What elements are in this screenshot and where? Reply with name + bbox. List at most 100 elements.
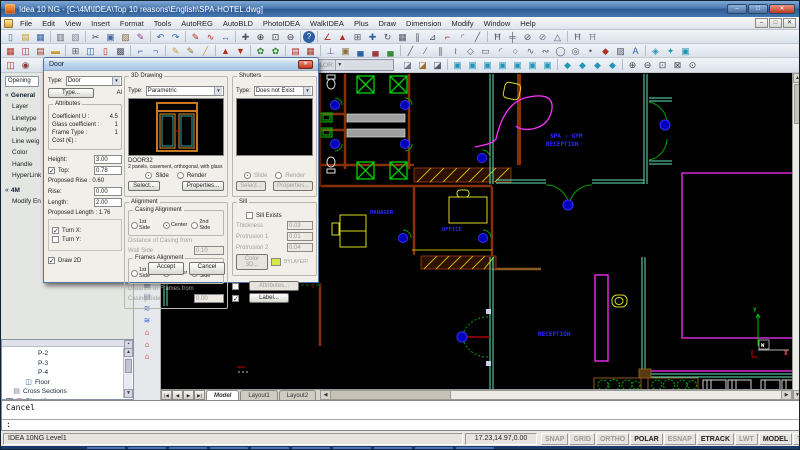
cut-icon[interactable]: ✂ [88, 31, 103, 43]
close-icon[interactable]: ✕ [298, 60, 313, 69]
toggle-etrack[interactable]: ETRACK [697, 433, 734, 445]
horizontal-scrollbar[interactable]: ◀ ▶ [320, 390, 792, 400]
donut-icon[interactable]: ◎ [568, 45, 583, 57]
line-icon[interactable]: ╱ [403, 45, 418, 57]
scroll-up-icon[interactable]: ▲ [124, 348, 133, 357]
turn-y-checkbox[interactable] [52, 236, 59, 243]
iso-sw-icon[interactable]: ◆ [560, 59, 575, 71]
casing-1st-radio[interactable] [131, 222, 138, 229]
materials-icon[interactable]: ✦ [663, 45, 678, 57]
mirror-v-icon[interactable]: ╪ [505, 31, 520, 43]
scrollbar-thumb[interactable] [331, 391, 451, 399]
render-radio[interactable] [177, 172, 184, 179]
mdi-restore-button[interactable]: □ [769, 18, 782, 28]
scrollbar-thumb[interactable] [125, 359, 132, 373]
scroll-down-icon[interactable]: ▼ [124, 389, 133, 398]
open-icon[interactable]: ▤ [18, 31, 33, 43]
menu-draw[interactable]: Draw [374, 19, 402, 28]
view-se-icon[interactable]: ▣ [540, 59, 555, 71]
scroll-right-icon[interactable]: ▶ [781, 391, 791, 399]
height-field[interactable]: 3.00 [94, 155, 122, 164]
draworder-1-icon[interactable]: ◪ [400, 59, 415, 71]
shutters-type-combo[interactable]: Does not Exist▼ [254, 86, 313, 96]
arc-icon[interactable]: ◜ [493, 45, 508, 57]
iso-nw-icon[interactable]: ◆ [605, 59, 620, 71]
pan-icon[interactable]: ✚ [238, 31, 253, 43]
frames-1st-radio[interactable] [131, 270, 138, 277]
new-icon[interactable]: ▯ [3, 31, 18, 43]
rotate-icon[interactable]: ↻ [380, 31, 395, 43]
mirror-h-icon[interactable]: Ħ [490, 31, 505, 43]
tool-brown-icon[interactable]: ▣ [338, 45, 353, 57]
zoom-out-icon[interactable]: ⊖ [640, 59, 655, 71]
roof-1-icon[interactable]: ⌂ [140, 327, 154, 338]
chamfer-icon[interactable]: ╱ [470, 31, 485, 43]
draworder-3-icon[interactable]: ◪ [430, 59, 445, 71]
top-field[interactable]: 0.78 [94, 166, 122, 175]
point-icon[interactable]: • [583, 45, 598, 57]
wall-icon[interactable]: ▦ [3, 45, 18, 57]
menu-edit[interactable]: Edit [37, 19, 60, 28]
zoom-in-icon[interactable]: ⊕ [625, 59, 640, 71]
align-h-icon[interactable]: Ħ [570, 31, 585, 43]
array-icon[interactable]: ▦ [395, 31, 410, 43]
roof-2-icon[interactable]: ⌂ [140, 339, 154, 350]
view-w-icon[interactable]: ▣ [495, 59, 510, 71]
ellipse-icon[interactable]: ◯ [553, 45, 568, 57]
triangle-up-icon[interactable]: ▲ [218, 45, 233, 57]
align-v-icon[interactable]: Ħ [585, 31, 600, 43]
view-e-icon[interactable]: ▣ [525, 59, 540, 71]
length-field[interactable]: 2.00 [94, 198, 122, 207]
revision-cloud-icon[interactable]: ∿ [523, 45, 538, 57]
menu-autobld[interactable]: AutoBLD [218, 19, 258, 28]
menu-tools[interactable]: Tools [149, 19, 177, 28]
turn-x-checkbox[interactable] [52, 227, 59, 234]
sketch-icon[interactable]: ✎ [188, 31, 203, 43]
menu-format[interactable]: Format [115, 19, 149, 28]
wall-double-icon[interactable]: ◫ [18, 45, 33, 57]
leaf-1-icon[interactable]: ✿ [253, 45, 268, 57]
redo-icon[interactable]: ↷ [168, 31, 183, 43]
sill-exists-checkbox[interactable] [246, 212, 253, 219]
corner-left-icon[interactable]: ⌐ [133, 45, 148, 57]
menu-view[interactable]: View [60, 19, 86, 28]
tab-nav-1-button[interactable]: ◀ [172, 390, 183, 400]
close-button[interactable]: ✕ [769, 4, 795, 14]
area-icon[interactable]: ▲ [335, 31, 350, 43]
pencil-yellow-icon[interactable]: ✎ [168, 45, 183, 57]
properties-button[interactable]: Properties... [182, 181, 224, 191]
menu-window[interactable]: Window [479, 19, 516, 28]
scale-icon[interactable]: △ [550, 31, 565, 43]
view-n-icon[interactable]: ▣ [465, 59, 480, 71]
fillet-icon[interactable]: ◜ [455, 31, 470, 43]
tab-layout2[interactable]: Layout2 [279, 390, 316, 400]
toggle-ortho[interactable]: ORTHO [596, 433, 629, 445]
tab-model[interactable]: Model [206, 390, 239, 400]
circle-icon[interactable]: ○ [508, 45, 523, 57]
image-ref-icon[interactable]: ▣ [678, 45, 693, 57]
minimize-button[interactable]: – [727, 4, 747, 14]
leaf-2-icon[interactable]: ✿ [268, 45, 283, 57]
roof-3-icon[interactable]: ⌂ [140, 351, 154, 362]
rectangle-icon[interactable]: ▭ [478, 45, 493, 57]
3d-type-combo[interactable]: Parametric▼ [146, 86, 224, 96]
view-3d-icon[interactable]: ◈ [648, 45, 663, 57]
toggle-lwt[interactable]: LWT [735, 433, 758, 445]
tab-nav-2-button[interactable]: ▶ [183, 390, 194, 400]
dimension-tool-icon[interactable]: ↔ [218, 31, 233, 43]
undo-icon[interactable]: ↶ [153, 31, 168, 43]
scroll-up-icon[interactable]: ▲ [793, 73, 800, 83]
trim-icon[interactable]: ⊿ [425, 31, 440, 43]
view-ne-icon[interactable]: ▣ [480, 59, 495, 71]
text-icon[interactable]: A [628, 45, 643, 57]
scrollbar-thumb[interactable] [794, 84, 800, 124]
block-icon[interactable]: ◆ [598, 45, 613, 57]
tree-item-floor[interactable]: ◫Floor [4, 378, 122, 388]
fence-1-icon[interactable]: ▤ [288, 45, 303, 57]
wall-edit-icon[interactable]: ▤ [33, 45, 48, 57]
save-icon[interactable]: ▦ [33, 31, 48, 43]
triangle-down-icon[interactable]: ▼ [233, 45, 248, 57]
toggle-tablet[interactable]: TABLET [793, 433, 800, 445]
menu-plus[interactable]: Plus [349, 19, 374, 28]
zoom-find-icon[interactable]: ◉ [18, 59, 33, 71]
